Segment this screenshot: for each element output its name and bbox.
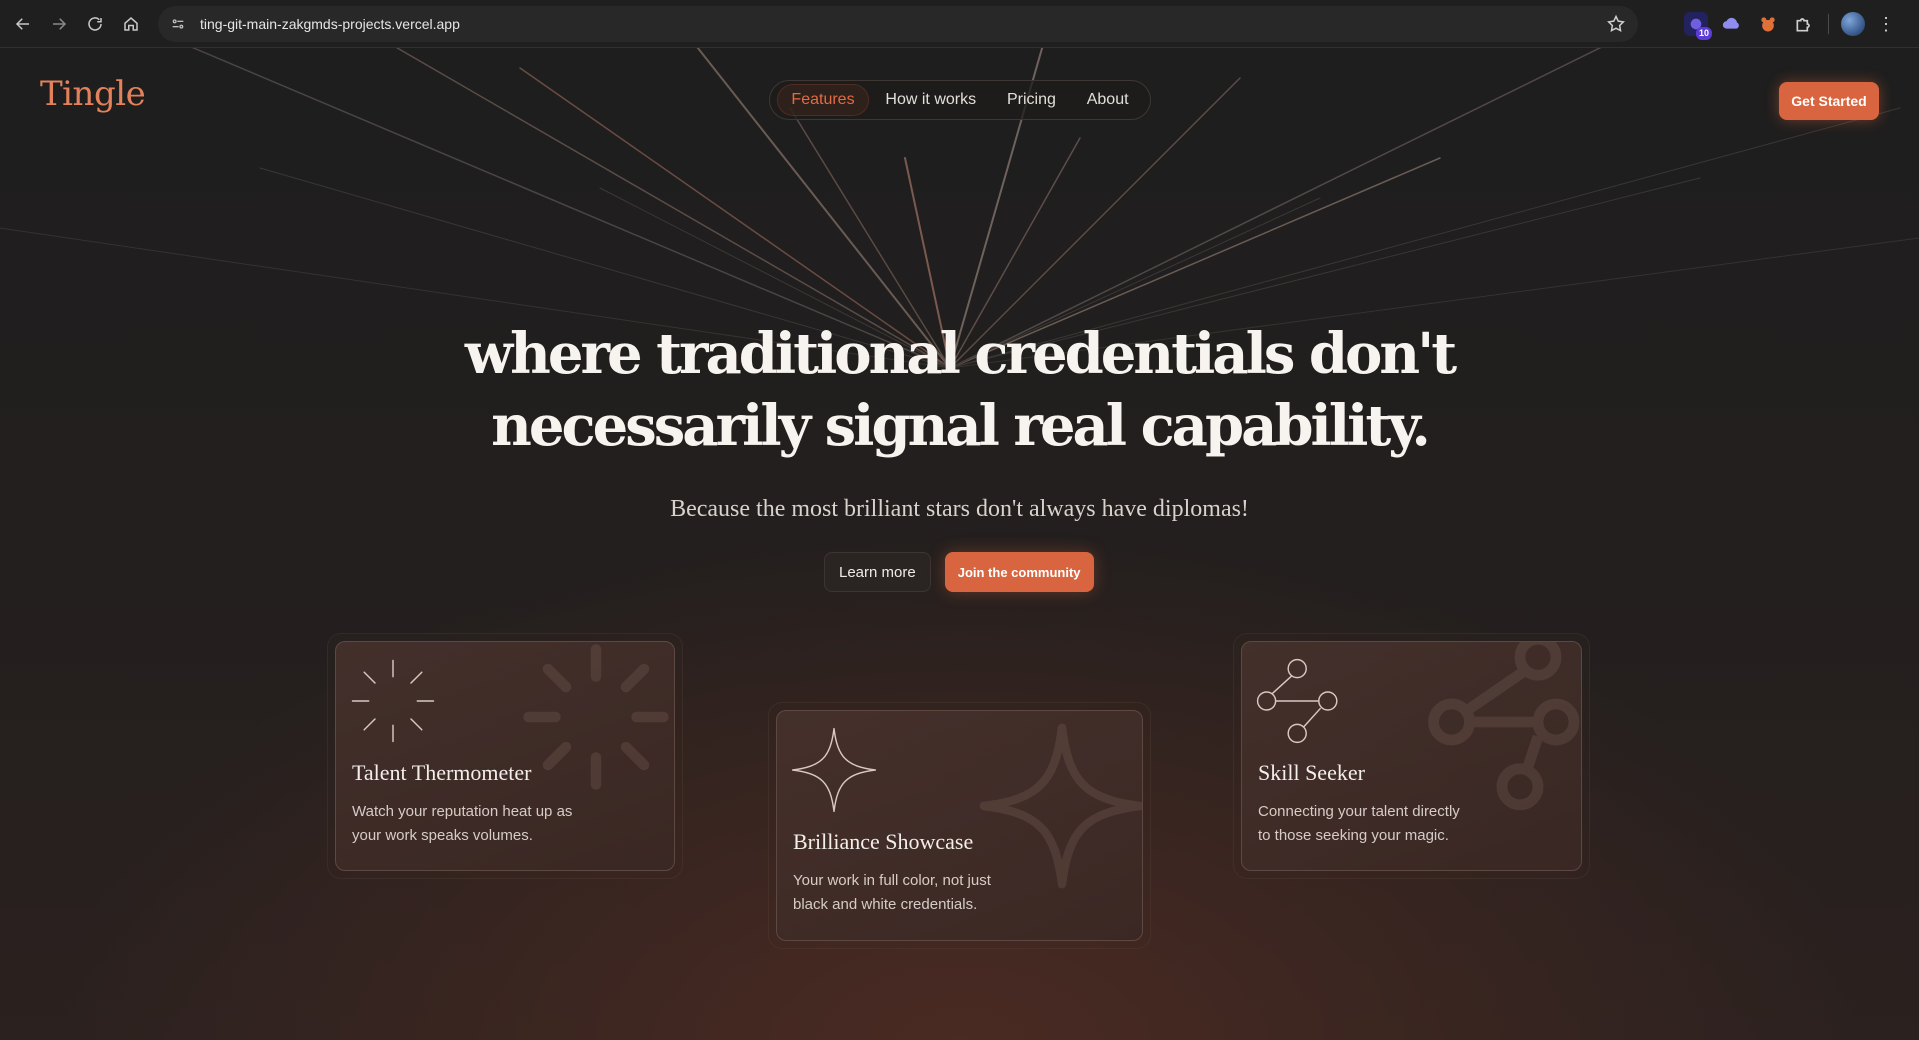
reload-icon — [88, 16, 102, 31]
feature-description: Watch your reputation heat up as your wo… — [352, 800, 592, 848]
feature-title: Talent Thermometer — [352, 760, 532, 785]
cta-row: Learn more Join the community — [824, 552, 1094, 592]
hero-title-line-2: necessarily signal real capability. — [491, 393, 1431, 459]
back-button[interactable] — [6, 7, 40, 41]
landing-page: Tingle Features How it works Pricing Abo… — [0, 48, 1919, 1040]
feature-title: Skill Seeker — [1258, 760, 1365, 785]
reload-button[interactable] — [78, 7, 112, 41]
nav-how-it-works[interactable]: How it works — [871, 84, 990, 116]
four-point-star-background-icon — [979, 723, 1142, 889]
puzzle-icon[interactable] — [1792, 12, 1816, 36]
learn-more-button[interactable]: Learn more — [824, 552, 931, 592]
four-point-star-icon — [791, 727, 877, 813]
feature-description: Your work in full color, not just black … — [793, 869, 1033, 917]
browser-toolbar: ting-git-main-zakgmds-projects.vercel.ap… — [0, 0, 1919, 48]
arrow-right-icon — [53, 17, 67, 30]
bear-icon[interactable] — [1756, 12, 1780, 36]
extension-badge-count: 10 — [1696, 27, 1712, 40]
url-text[interactable]: ting-git-main-zakgmds-projects.vercel.ap… — [200, 16, 460, 32]
main-nav: Features How it works Pricing About — [769, 80, 1151, 120]
get-started-button[interactable]: Get Started — [1779, 82, 1879, 120]
share-network-icon — [1256, 658, 1338, 744]
sparkle-burst-icon — [351, 659, 435, 743]
bookmark-star-icon[interactable] — [1606, 14, 1626, 34]
extension-badge-icon[interactable]: 10 — [1684, 12, 1712, 40]
feature-card-body: Talent Thermometer Watch your reputation… — [335, 641, 675, 871]
feature-description-line-2: black and white credentials. — [793, 896, 978, 913]
hero-title: where traditional credentials don't nece… — [400, 318, 1519, 462]
feature-description-line-2: your work speaks volumes. — [352, 827, 533, 844]
arrow-left-icon — [15, 17, 29, 30]
hero-title-line-1: where traditional credentials don't — [464, 321, 1457, 387]
feature-description-line-1: Watch your reputation heat up as — [352, 803, 573, 820]
nav-pricing[interactable]: Pricing — [993, 84, 1070, 116]
feature-card-brilliance-showcase[interactable]: Brilliance Showcase Your work in full co… — [768, 702, 1151, 949]
home-icon — [124, 16, 138, 31]
home-button[interactable] — [114, 7, 148, 41]
nav-features[interactable]: Features — [777, 84, 869, 116]
feature-card-skill-seeker[interactable]: Skill Seeker Connecting your talent dire… — [1233, 633, 1590, 879]
join-community-button[interactable]: Join the community — [944, 552, 1094, 592]
extensions-area: 10 ⋮ — [1684, 10, 1895, 40]
browser-menu-icon[interactable]: ⋮ — [1877, 15, 1895, 33]
feature-description-line-1: Connecting your talent directly — [1258, 803, 1460, 820]
nav-about[interactable]: About — [1073, 84, 1143, 116]
feature-title: Brilliance Showcase — [793, 829, 974, 854]
profile-avatar[interactable] — [1841, 12, 1865, 36]
site-logo[interactable]: Tingle — [40, 74, 146, 114]
address-bar[interactable]: ting-git-main-zakgmds-projects.vercel.ap… — [158, 6, 1638, 42]
feature-card-body: Skill Seeker Connecting your talent dire… — [1241, 641, 1582, 871]
share-network-background-icon — [1428, 642, 1580, 811]
forward-button[interactable] — [42, 7, 76, 41]
feature-description-line-1: Your work in full color, not just — [793, 872, 991, 889]
feature-card-body: Brilliance Showcase Your work in full co… — [776, 710, 1143, 941]
toolbar-divider — [1828, 14, 1829, 34]
site-settings-icon[interactable] — [168, 14, 188, 34]
feature-description-line-2: to those seeking your magic. — [1258, 827, 1449, 844]
cloud-icon[interactable] — [1720, 12, 1744, 36]
feature-card-talent-thermometer[interactable]: Talent Thermometer Watch your reputation… — [327, 633, 683, 879]
hero-subtitle: Because the most brilliant stars don't a… — [670, 496, 1249, 522]
feature-description: Connecting your talent directly to those… — [1258, 800, 1498, 848]
